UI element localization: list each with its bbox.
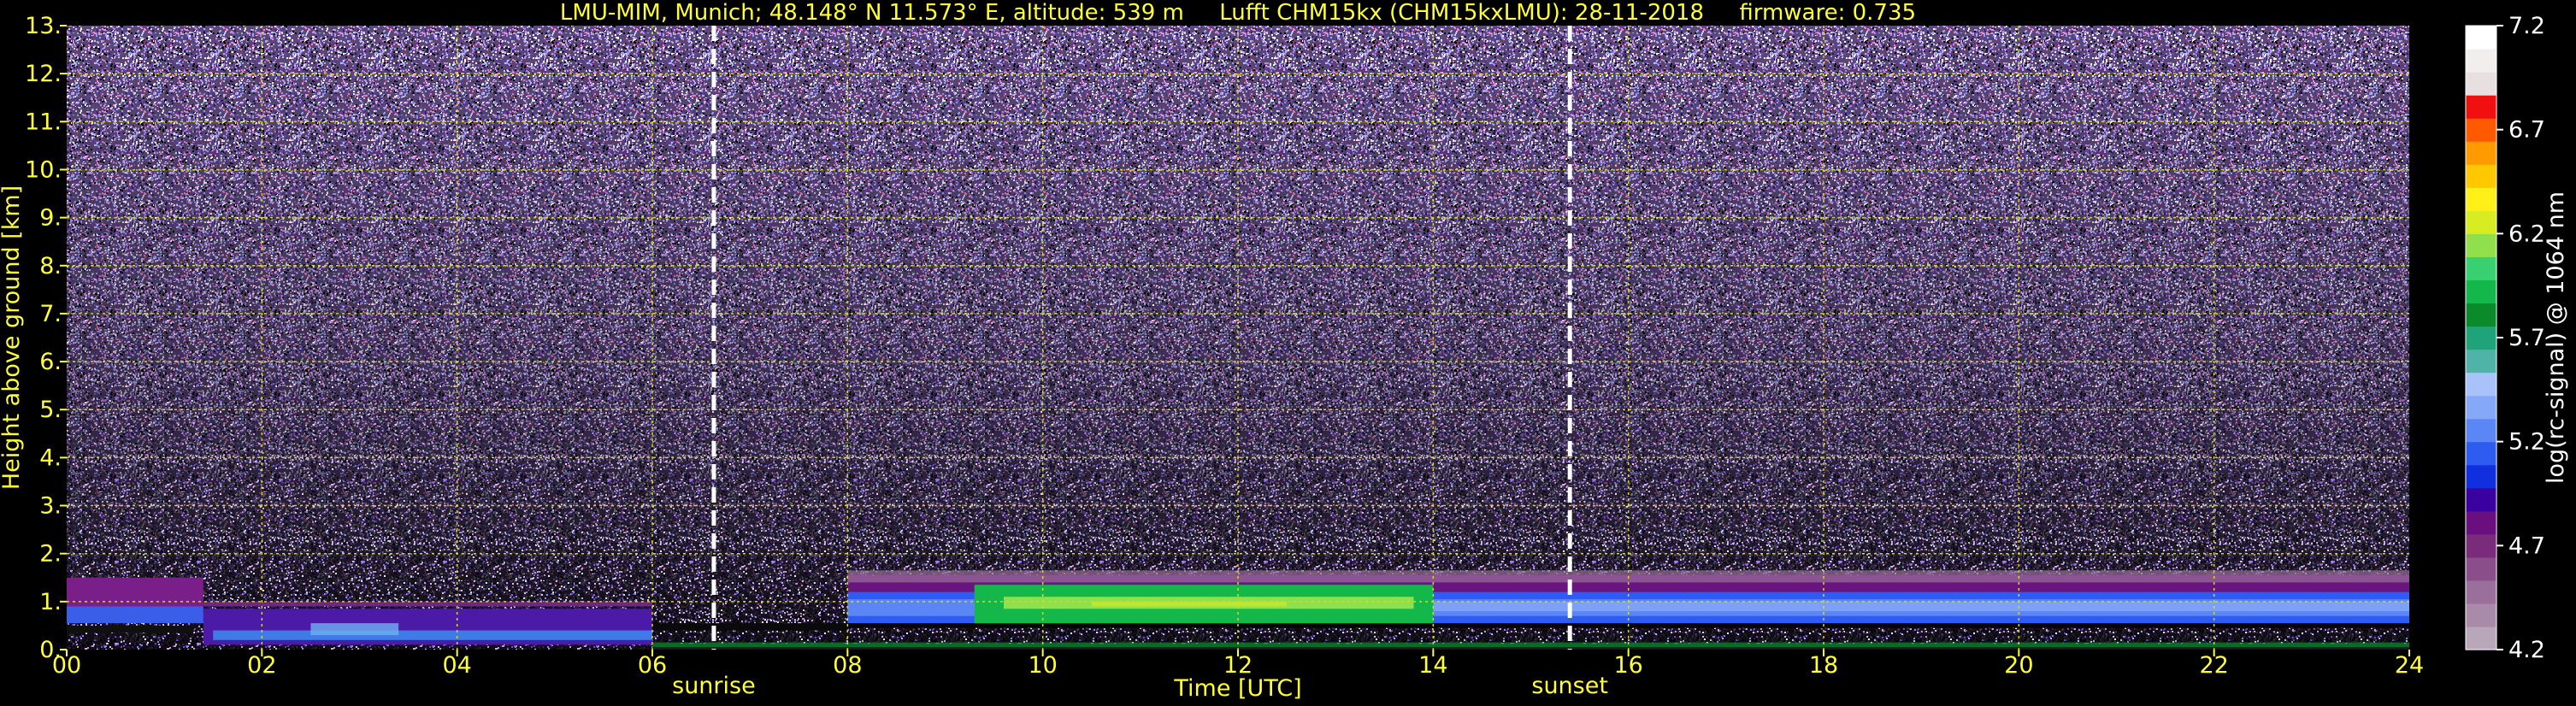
colorbar-tick-label: 5.2 [2508, 429, 2545, 456]
x-tick-label: 02 [247, 652, 276, 679]
layer-morning-dark [652, 623, 848, 631]
layer-afternoon-light [1433, 601, 2409, 612]
y-tick-label: 10. [25, 156, 62, 183]
y-tick-label: 7. [39, 301, 62, 327]
y-tick-label: 8. [39, 253, 62, 279]
layer-cloud-peak [1091, 601, 1288, 607]
colorbar-tick-label: 6.7 [2508, 117, 2545, 144]
colorbar-swatch [2466, 72, 2496, 96]
y-tick-label: 4. [39, 444, 62, 471]
colorbar-swatch [2466, 556, 2496, 581]
colorbar-swatch [2466, 210, 2496, 234]
colorbar-swatch [2466, 326, 2496, 350]
x-tick-label: 04 [442, 652, 471, 679]
colorbar-label: log(rc-signal) @ 1064 nm [2543, 191, 2569, 484]
colorbar-swatch [2466, 349, 2496, 374]
layer-night-light [310, 623, 399, 636]
colorbar-tick-label: 6.2 [2508, 221, 2545, 247]
y-tick-label: 13. [25, 13, 62, 39]
colorbar-tick-label: 5.7 [2508, 325, 2545, 351]
colorbar-swatch [2466, 626, 2496, 650]
colorbar-swatch [2466, 464, 2496, 489]
colorbar-swatch [2466, 256, 2496, 281]
colorbar-swatch [2466, 26, 2496, 50]
x-tick-label: 14 [1418, 652, 1447, 679]
x-tick-label: 06 [638, 652, 667, 679]
y-tick-label: 2. [39, 541, 62, 568]
y-tick-label: 6. [39, 349, 62, 375]
colorbar-swatch [2466, 303, 2496, 327]
y-tick-label: 12. [25, 61, 62, 87]
colorbar-swatch [2466, 487, 2496, 512]
x-tick-label: 22 [2199, 652, 2228, 679]
chart-title: LMU-MIM, Munich; 48.148° N 11.573° E, al… [560, 0, 1916, 26]
layer-dark-early [67, 625, 194, 633]
colorbar-swatch [2466, 279, 2496, 304]
x-ticks: 00 02 04 06 08 10 12 14 16 18 20 22 24 [52, 650, 2424, 679]
colorbar-swatch [2466, 164, 2496, 188]
layer-blue-early [67, 606, 203, 624]
ceilometer-chart: LMU-MIM, Munich; 48.148° N 11.573° E, al… [0, 0, 2569, 702]
colorbar-swatch [2466, 395, 2496, 420]
colorbar-swatch [2466, 233, 2496, 257]
colorbar-swatch [2466, 372, 2496, 397]
sunset-label: sunset [1531, 673, 1608, 699]
colorbar-swatch [2466, 49, 2496, 73]
colorbar-tick-label: 4.7 [2508, 532, 2545, 559]
x-tick-label: 08 [833, 652, 862, 679]
layer-night-blue-low [213, 630, 652, 640]
colorbar-tick-label: 7.2 [2508, 13, 2545, 39]
x-tick-label: 20 [2004, 652, 2033, 679]
y-ticks: 0. 1. 2. 3. 4. 5. 6. 7. 8. 9. 10. 11. 12. 13. [25, 13, 67, 663]
sunrise-label: sunrise [672, 673, 756, 699]
layer-upper-purple-early [67, 577, 203, 609]
y-tick-label: 11. [25, 109, 62, 135]
x-tick-label: 16 [1613, 652, 1642, 679]
colorbar-swatch [2466, 510, 2496, 535]
y-tick-label: 5. [39, 397, 62, 423]
colorbar-swatch [2466, 603, 2496, 627]
colorbar-swatch [2466, 187, 2496, 211]
colorbar-swatch [2466, 580, 2496, 604]
y-tick-label: 0. [39, 637, 62, 663]
colorbar-swatch [2466, 118, 2496, 142]
x-tick-label: 10 [1028, 652, 1057, 679]
colorbar-swatch [2466, 141, 2496, 165]
colorbar: 7.2 6.7 6.2 5.7 5.2 4.7 4.2 [2465, 13, 2545, 663]
sun-annotations: sunrise sunset [672, 673, 1608, 699]
plot-area [67, 26, 2409, 650]
layer-upper-band-night [203, 601, 653, 607]
colorbar-swatch [2466, 418, 2496, 443]
colorbar-swatch [2466, 441, 2496, 466]
x-tick-label: 24 [2395, 652, 2424, 679]
y-tick-label: 1. [39, 589, 62, 615]
x-tick-label: 12 [1223, 652, 1253, 679]
colorbar-swatch [2466, 533, 2496, 558]
x-axis-label: Time [UTC] [1173, 675, 1301, 702]
x-tick-label: 18 [1809, 652, 1838, 679]
layer-ground-green [652, 642, 2409, 648]
y-tick-label: 9. [39, 205, 62, 232]
colorbar-tick-label: 4.2 [2508, 637, 2545, 663]
colorbar-swatch [2466, 95, 2496, 119]
y-tick-label: 3. [39, 493, 62, 520]
y-axis-label: Height above ground [km] [0, 185, 25, 490]
